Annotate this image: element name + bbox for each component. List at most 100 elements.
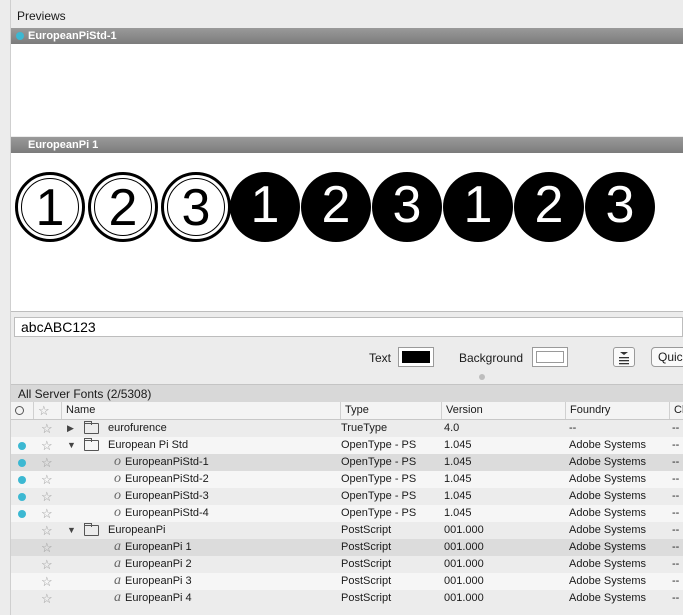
left-panel-edge <box>0 0 11 615</box>
font-version: 001.000 <box>444 524 484 536</box>
table-row[interactable]: ☆ ▶ eurofurence TrueType 4.0 -- -- <box>11 420 683 437</box>
list-menu-icon <box>619 352 629 365</box>
postscript-font-icon: a <box>114 556 121 571</box>
quick-button[interactable]: Quic <box>651 347 683 367</box>
background-color-swatch[interactable] <box>532 347 568 367</box>
active-dot-icon[interactable] <box>18 476 26 484</box>
font-classification: -- <box>672 439 680 451</box>
font-name: EuropeanPi 2 <box>125 558 192 570</box>
font-type: PostScript <box>341 575 392 587</box>
font-version: 1.045 <box>444 507 472 519</box>
font-name: EuropeanPiStd-2 <box>125 473 209 485</box>
text-color-swatch[interactable] <box>398 347 434 367</box>
table-row[interactable]: ☆ a EuropeanPi 2 PostScript 001.000 Adobe Sys… <box>11 556 683 573</box>
font-foundry: -- <box>569 422 577 434</box>
postscript-font-icon: a <box>114 573 121 588</box>
split-drag-handle[interactable] <box>479 374 485 380</box>
favorite-star-icon[interactable]: ☆ <box>41 505 53 522</box>
disclosure-triangle-icon[interactable]: ▼ <box>67 437 76 454</box>
table-row[interactable]: ☆ a EuropeanPi 4 PostScript 001.000 Adobe Sys… <box>11 590 683 607</box>
column-version[interactable]: Version <box>441 402 565 419</box>
postscript-font-icon: a <box>114 590 121 605</box>
font-foundry: Adobe Systems <box>569 575 647 587</box>
favorite-star-icon[interactable]: ☆ <box>41 539 53 556</box>
table-row[interactable]: ☆ o EuropeanPiStd-1 OpenType - PS 1.045 Adobe… <box>11 454 683 471</box>
glyph-circled-1: 1 <box>15 172 85 242</box>
column-active[interactable] <box>11 402 33 419</box>
previews-title: Previews <box>17 9 66 23</box>
font-list-title-text: All Server Fonts (2/5308) <box>18 387 152 401</box>
font-foundry: Adobe Systems <box>569 439 647 451</box>
folder-icon <box>84 523 99 536</box>
font-type: OpenType - PS <box>341 490 417 502</box>
active-dot-icon[interactable] <box>18 510 26 518</box>
preview-area-1 <box>11 44 683 136</box>
font-name: EuropeanPi 4 <box>125 592 192 604</box>
opentype-font-icon: o <box>114 505 121 520</box>
font-foundry: Adobe Systems <box>569 524 647 536</box>
background-color-label: Background <box>459 351 524 365</box>
opentype-font-icon: o <box>114 454 121 469</box>
font-classification: -- <box>672 575 680 587</box>
font-name: European Pi Std <box>108 439 189 451</box>
favorite-star-icon[interactable]: ☆ <box>41 573 53 590</box>
table-row[interactable]: ☆ o EuropeanPiStd-4 OpenType - PS 1.045 Adobe… <box>11 505 683 522</box>
table-row[interactable]: ☆ a EuropeanPi 1 PostScript 001.000 Adobe Sys… <box>11 539 683 556</box>
preview-bar-1[interactable]: EuropeanPiStd-1 <box>11 28 683 44</box>
font-classification: -- <box>672 524 680 536</box>
column-favorite[interactable]: ☆ <box>33 402 61 419</box>
favorite-star-icon[interactable]: ☆ <box>41 420 53 437</box>
table-row[interactable]: ☆ o EuropeanPiStd-3 OpenType - PS 1.045 Adobe… <box>11 488 683 505</box>
options-menu-button[interactable] <box>613 347 635 367</box>
font-foundry: Adobe Systems <box>569 558 647 570</box>
font-foundry: Adobe Systems <box>569 507 647 519</box>
column-type[interactable]: Type <box>340 402 441 419</box>
table-row[interactable]: ☆ ▼ EuropeanPi PostScript 001.000 Adobe Syste… <box>11 522 683 539</box>
table-row[interactable]: ☆ a EuropeanPi 3 PostScript 001.000 Adobe Sys… <box>11 573 683 590</box>
favorite-star-icon[interactable]: ☆ <box>41 488 53 505</box>
disclosure-triangle-icon[interactable]: ▶ <box>67 420 74 437</box>
column-header: ☆ Name Type Version Foundry Cl <box>11 402 683 420</box>
font-type: OpenType - PS <box>341 456 417 468</box>
favorite-star-icon[interactable]: ☆ <box>41 590 53 607</box>
favorite-star-icon[interactable]: ☆ <box>41 556 53 573</box>
favorite-star-icon[interactable]: ☆ <box>41 522 53 539</box>
table-row[interactable]: ☆ o EuropeanPiStd-2 OpenType - PS 1.045 Adobe… <box>11 471 683 488</box>
opentype-font-icon: o <box>114 471 121 486</box>
previews-header: Previews <box>11 6 683 26</box>
font-version: 001.000 <box>444 575 484 587</box>
text-color-label: Text <box>369 351 392 365</box>
activation-header-icon <box>15 406 24 415</box>
active-dot-icon[interactable] <box>18 493 26 501</box>
favorite-star-icon[interactable]: ☆ <box>41 454 53 471</box>
active-dot-icon[interactable] <box>18 459 26 467</box>
font-classification: -- <box>672 541 680 553</box>
font-classification: -- <box>672 507 680 519</box>
favorite-star-icon[interactable]: ☆ <box>41 471 53 488</box>
font-name: EuropeanPiStd-3 <box>125 490 209 502</box>
active-dot-icon[interactable] <box>18 442 26 450</box>
glyph-filled-2: 2 <box>301 172 371 242</box>
postscript-font-icon: a <box>114 539 121 554</box>
preview-bar-2[interactable]: EuropeanPi 1 <box>11 137 683 153</box>
active-dot-icon <box>16 32 24 40</box>
column-classification[interactable]: Cl <box>669 402 683 419</box>
font-version: 4.0 <box>444 422 460 434</box>
table-row[interactable]: ☆ ▼ European Pi Std OpenType - PS 1.045 Adobe… <box>11 437 683 454</box>
font-classification: -- <box>672 592 680 604</box>
column-foundry[interactable]: Foundry <box>565 402 669 419</box>
font-classification: -- <box>672 558 680 570</box>
font-type: PostScript <box>341 524 392 536</box>
column-name[interactable]: Name <box>61 402 340 419</box>
sample-text-input[interactable] <box>14 317 683 337</box>
font-name: EuropeanPi <box>108 524 166 536</box>
preview-title-1: EuropeanPiStd-1 <box>28 30 117 42</box>
font-version: 001.000 <box>444 558 484 570</box>
font-type: TrueType <box>341 422 388 434</box>
font-type: PostScript <box>341 541 392 553</box>
font-classification: -- <box>672 422 680 434</box>
glyph-filled-4: 1 <box>443 172 513 242</box>
disclosure-triangle-icon[interactable]: ▼ <box>67 522 76 539</box>
favorite-star-icon[interactable]: ☆ <box>41 437 53 454</box>
font-name: EuropeanPi 1 <box>125 541 192 553</box>
